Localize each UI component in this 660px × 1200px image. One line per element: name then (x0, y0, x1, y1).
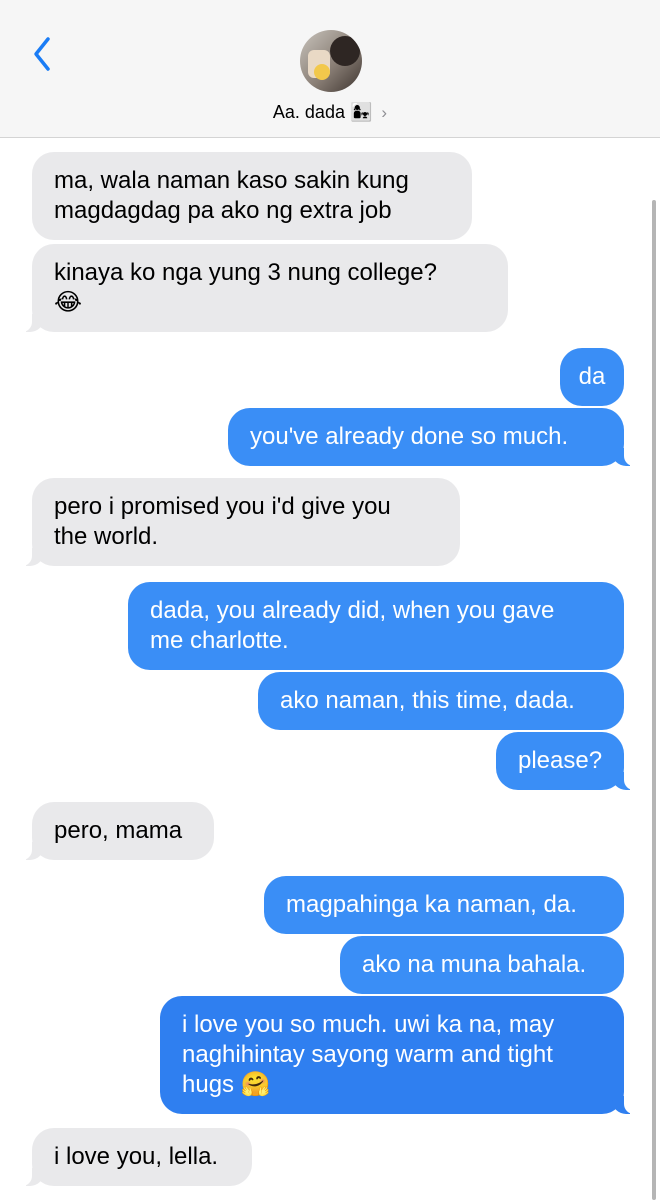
message-outgoing[interactable]: i love you so much. uwi ka na, may naghi… (160, 996, 638, 1114)
message-incoming[interactable]: i love you, lella. (18, 1128, 252, 1186)
message-incoming[interactable]: ma, wala naman kaso sakin kung magdagdag… (32, 152, 472, 240)
message-outgoing[interactable]: da (560, 348, 624, 406)
avatar-photo-shape (330, 36, 360, 66)
message-outgoing[interactable]: you've already done so much. (228, 408, 638, 466)
message-incoming[interactable]: pero, mama (18, 802, 214, 860)
avatar-photo-shape (314, 64, 330, 80)
chevron-right-icon: › (381, 103, 388, 122)
message-outgoing[interactable]: magpahinga ka naman, da. (264, 876, 624, 934)
chevron-left-icon (34, 37, 50, 71)
contact-avatar[interactable] (300, 30, 362, 92)
contact-name: Aa. dada (272, 102, 345, 122)
message-outgoing[interactable]: please? (496, 732, 638, 790)
message-outgoing[interactable]: ako na muna bahala. (340, 936, 624, 994)
contact-emoji: 👩‍👧 (349, 102, 373, 123)
message-outgoing[interactable]: ako naman, this time, dada. (258, 672, 624, 730)
scrollbar[interactable] (652, 200, 656, 1200)
back-button[interactable] (22, 32, 62, 76)
contact-name-button[interactable]: Aa. dada 👩‍👧 › (0, 102, 660, 124)
conversation-header: Aa. dada 👩‍👧 › (0, 0, 660, 138)
message-outgoing[interactable]: dada, you already did, when you gave me … (128, 582, 624, 670)
message-incoming[interactable]: kinaya ko nga yung 3 nung college? 😂 (18, 244, 508, 332)
message-incoming[interactable]: pero i promised you i'd give you the wor… (18, 478, 460, 566)
